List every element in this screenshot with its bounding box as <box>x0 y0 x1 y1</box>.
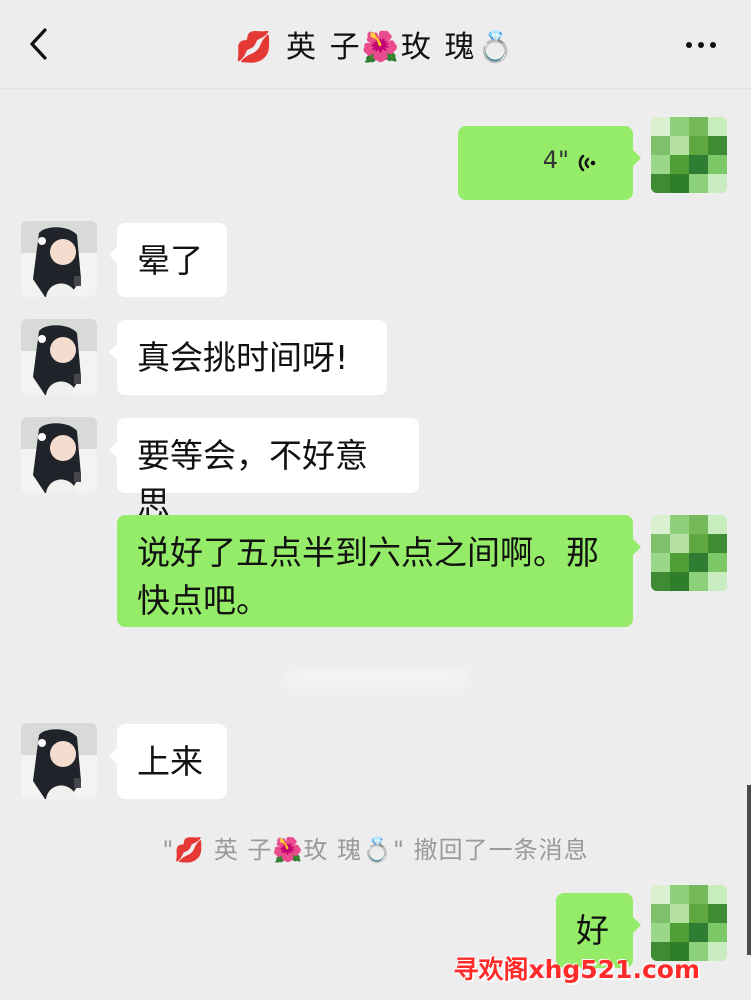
recall-notice: "💋 英 子🌺玫 瑰💍" 撤回了一条消息 <box>162 836 589 864</box>
profile-avatar-icon <box>21 723 97 799</box>
voice-icon <box>577 150 603 176</box>
contact-avatar[interactable] <box>21 417 97 493</box>
contact-avatar[interactable] <box>21 319 97 395</box>
header-divider <box>0 88 751 89</box>
profile-avatar-icon <box>21 417 97 493</box>
blurred-line <box>285 669 470 689</box>
self-avatar[interactable] <box>651 117 727 193</box>
received-message-bubble[interactable]: 要等会，不好意思 <box>109 418 419 523</box>
more-button[interactable] <box>681 30 721 60</box>
contact-avatar[interactable] <box>21 221 97 297</box>
received-message-bubble[interactable]: 真会挑时间呀! <box>109 320 387 395</box>
profile-avatar-icon <box>21 319 97 395</box>
mosaic-avatar-icon <box>651 515 727 591</box>
chat-title: 💋 英 子🌺玫 瑰💍 <box>235 30 516 65</box>
received-message-bubble[interactable]: 晕了 <box>109 223 227 297</box>
more-icon <box>686 42 716 48</box>
contact-avatar[interactable] <box>21 723 97 799</box>
self-avatar[interactable] <box>651 515 727 591</box>
scrollbar[interactable] <box>747 785 751 955</box>
sent-message-bubble[interactable]: 说好了五点半到六点之间啊。那快点吧。 <box>117 515 641 627</box>
voice-message-bubble[interactable]: 4" <box>458 126 641 200</box>
mosaic-avatar-icon <box>651 117 727 193</box>
received-message-bubble[interactable]: 上来 <box>109 724 227 799</box>
site-watermark: 寻欢阁xhg521.com <box>453 955 700 984</box>
profile-avatar-icon <box>21 221 97 297</box>
chat-header: 💋 英 子🌺玫 瑰💍 <box>0 0 751 88</box>
voice-duration: 4" <box>542 146 569 174</box>
